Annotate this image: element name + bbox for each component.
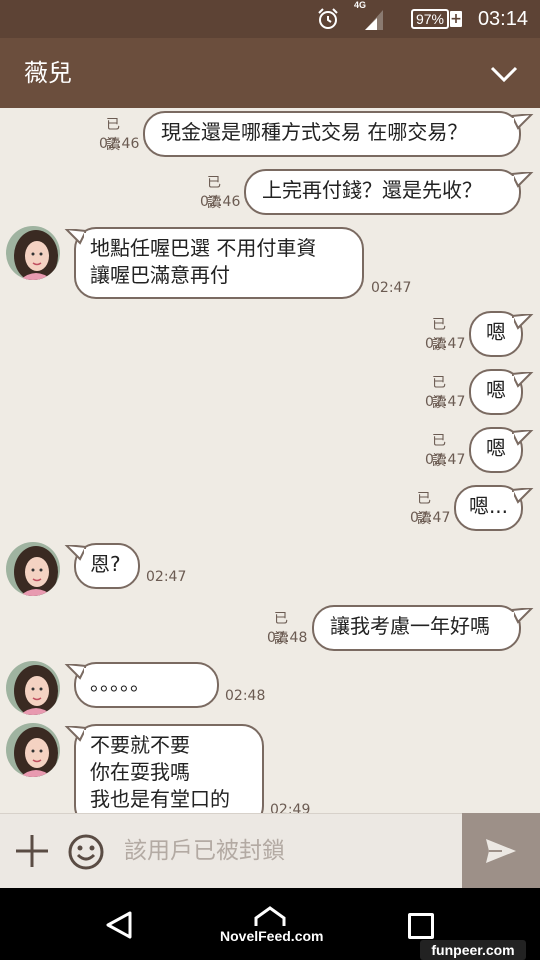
- battery-charging-icon: +: [450, 11, 462, 27]
- status-time: 03:14: [477, 7, 528, 30]
- message-time: 02:46: [99, 136, 140, 152]
- send-icon: [486, 838, 516, 863]
- message-text: 我也是有堂口的: [90, 787, 230, 811]
- bubble-tail: [64, 664, 86, 680]
- contact-avatar[interactable]: [6, 542, 60, 596]
- message-text: 不要就不要: [90, 733, 190, 757]
- message-text: 你在耍我嗎: [90, 760, 190, 784]
- bubble-tail: [512, 608, 534, 624]
- contact-avatar[interactable]: [6, 661, 60, 715]
- message-text: 嗯...: [468, 494, 509, 518]
- message-text: 嗯: [486, 320, 506, 344]
- message-bubble[interactable]: 地點任喔巴選 不用付車資 讓喔巴滿意再付: [74, 227, 364, 299]
- battery-icon: 97% +: [410, 0, 462, 38]
- message-text: 讓喔巴滿意再付: [90, 263, 230, 287]
- chat-area[interactable]: 現金還是哪種方式交易 在哪交易？ 已讀 02:46 上完再付錢？還是先收？ 已讀…: [0, 108, 540, 813]
- contact-name: 薇兒: [24, 59, 72, 87]
- bubble-tail: [512, 430, 534, 446]
- bubble-tail: [512, 488, 534, 504]
- message-bubble[interactable]: 上完再付錢？還是先收？: [244, 169, 521, 215]
- message-time: 02:49: [270, 802, 311, 813]
- message-bubble[interactable]: 。。。。。: [74, 662, 219, 708]
- recent-apps-icon[interactable]: [408, 913, 434, 939]
- message-text: 嗯: [486, 436, 506, 460]
- bubble-tail: [512, 172, 534, 188]
- message-text: 讓我考慮一年好嗎: [330, 614, 490, 638]
- input-bar: 該用戶已被封鎖: [0, 813, 540, 888]
- chat-header: 薇兒: [0, 38, 540, 108]
- contact-avatar[interactable]: [6, 226, 60, 280]
- battery-level: 97%: [410, 9, 449, 29]
- contact-avatar[interactable]: [6, 723, 60, 777]
- message-bubble[interactable]: 讓我考慮一年好嗎: [312, 605, 521, 651]
- message-time: 02:47: [425, 452, 466, 468]
- message-bubble[interactable]: 現金還是哪種方式交易 在哪交易？: [143, 111, 521, 157]
- back-icon[interactable]: [104, 910, 134, 944]
- message-time: 02:47: [425, 336, 466, 352]
- message-time: 02:48: [267, 630, 308, 646]
- signal-icon: [363, 0, 385, 38]
- chevron-down-icon[interactable]: [488, 58, 520, 90]
- message-text: 上完再付錢？還是先收？: [262, 178, 482, 202]
- status-bar: 4G 97% + 03:14: [0, 0, 540, 38]
- message-time: 02:47: [371, 280, 412, 296]
- watermark-badge: funpeer.com: [420, 940, 526, 960]
- bubble-tail: [64, 229, 86, 245]
- message-time: 02:47: [425, 394, 466, 410]
- watermark-text: NovelFeed.com: [220, 928, 324, 944]
- message-text: 現金還是哪種方式交易 在哪交易？: [161, 120, 468, 144]
- send-button[interactable]: [462, 813, 540, 888]
- message-text: 嗯: [486, 378, 506, 402]
- message-time: 02:46: [200, 194, 241, 210]
- bubble-tail: [512, 114, 534, 130]
- message-text: 。。。。。: [90, 671, 150, 695]
- alarm-icon: [316, 0, 340, 38]
- message-input[interactable]: 該用戶已被封鎖: [124, 814, 285, 888]
- plus-icon[interactable]: [14, 833, 50, 869]
- message-time: 02:47: [146, 569, 187, 585]
- bubble-tail: [64, 545, 86, 561]
- bubble-tail: [64, 726, 86, 742]
- bubble-tail: [512, 372, 534, 388]
- message-bubble[interactable]: 不要就不要 你在耍我嗎 我也是有堂口的: [74, 724, 264, 813]
- emoji-icon[interactable]: [67, 833, 105, 871]
- bubble-tail: [512, 314, 534, 330]
- message-text: 地點任喔巴選 不用付車資: [90, 236, 317, 260]
- message-time: 02:48: [225, 688, 266, 704]
- message-time: 02:47: [410, 510, 451, 526]
- system-nav-bar: NovelFeed.com funpeer.com: [0, 888, 540, 960]
- message-text: 恩?: [90, 552, 121, 576]
